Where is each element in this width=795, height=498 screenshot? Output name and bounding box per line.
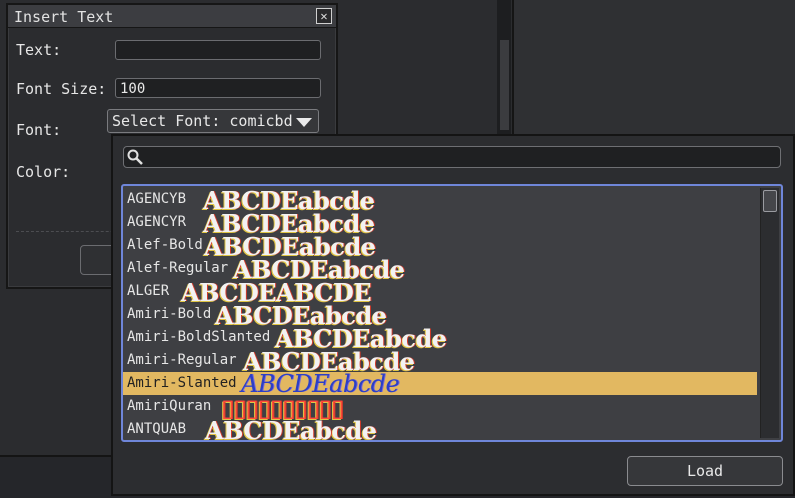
close-icon[interactable]: ✕ bbox=[316, 8, 332, 24]
font-list-item[interactable]: Amiri-Regular ABCDEabcde bbox=[123, 347, 757, 376]
font-name: Amiri-Slanted bbox=[127, 375, 237, 391]
font-list-item[interactable]: Amiri-BoldSlanted ABCDEabcde bbox=[123, 324, 757, 353]
font-name: Alef-Regular bbox=[127, 260, 229, 276]
color-label: Color: bbox=[16, 163, 71, 181]
text-label: Text: bbox=[16, 41, 62, 59]
font-list-item[interactable]: Alef-Regular ABCDEabcde bbox=[123, 255, 757, 284]
font-name: Alef-Bold bbox=[127, 237, 203, 253]
font-list-item[interactable]: ALGER ABCDEABCDE bbox=[123, 278, 757, 307]
font-list-item[interactable]: Amiri-Slanted ABCDEabcde bbox=[123, 370, 757, 398]
font-name: Amiri-Bold bbox=[127, 306, 212, 322]
font-name: AGENCYB bbox=[127, 191, 187, 207]
font-picker-panel: AGENCYB ABCDEabcde AGENCYR ABCDEabcde Alef-B… bbox=[111, 134, 795, 496]
font-label: Font: bbox=[16, 121, 62, 139]
load-button[interactable]: Load bbox=[627, 456, 783, 486]
font-list-item[interactable]: AmiriQuran ▯▯▯▯▯▯▯▯▯▯ bbox=[123, 393, 757, 422]
font-search-input[interactable] bbox=[123, 146, 781, 168]
font-list-item[interactable]: ANTQUAB ABCDEabcde bbox=[123, 416, 757, 442]
text-input[interactable] bbox=[115, 40, 321, 60]
font-list[interactable]: AGENCYB ABCDEabcde AGENCYR ABCDEabcde Alef-B… bbox=[121, 184, 783, 442]
chevron-down-icon bbox=[296, 118, 312, 127]
font-list-item[interactable]: Amiri-Bold ABCDEabcde bbox=[123, 301, 757, 330]
font-list-item[interactable]: AGENCYB ABCDEabcde bbox=[123, 186, 757, 215]
font-list-item[interactable]: AGENCYR ABCDEabcde bbox=[123, 209, 757, 238]
search-icon bbox=[127, 149, 143, 165]
font-sample: ABCDEabcde bbox=[205, 416, 377, 442]
font-select-value: Select Font: comicbd bbox=[112, 112, 293, 130]
font-name: Amiri-BoldSlanted bbox=[127, 329, 271, 345]
font-name: ANTQUAB bbox=[127, 421, 187, 437]
font-list-item[interactable]: Alef-Bold ABCDEabcde bbox=[123, 232, 757, 261]
font-size-input[interactable]: 100 bbox=[115, 78, 321, 98]
font-name: Amiri-Regular bbox=[127, 352, 237, 368]
font-name: AmiriQuran bbox=[127, 398, 212, 414]
font-list-scrollbar-thumb[interactable] bbox=[763, 190, 777, 212]
font-name: AGENCYR bbox=[127, 214, 187, 230]
font-list-scrollbar[interactable] bbox=[760, 188, 779, 438]
dialog-title-bar[interactable]: Insert Text ✕ bbox=[8, 5, 336, 28]
font-select-dropdown[interactable]: Select Font: comicbd bbox=[107, 109, 319, 133]
font-size-label: Font Size: bbox=[16, 80, 107, 98]
dialog-title: Insert Text bbox=[14, 8, 114, 26]
background-scrollbar-thumb[interactable] bbox=[500, 40, 509, 130]
font-name: ALGER bbox=[127, 283, 170, 299]
